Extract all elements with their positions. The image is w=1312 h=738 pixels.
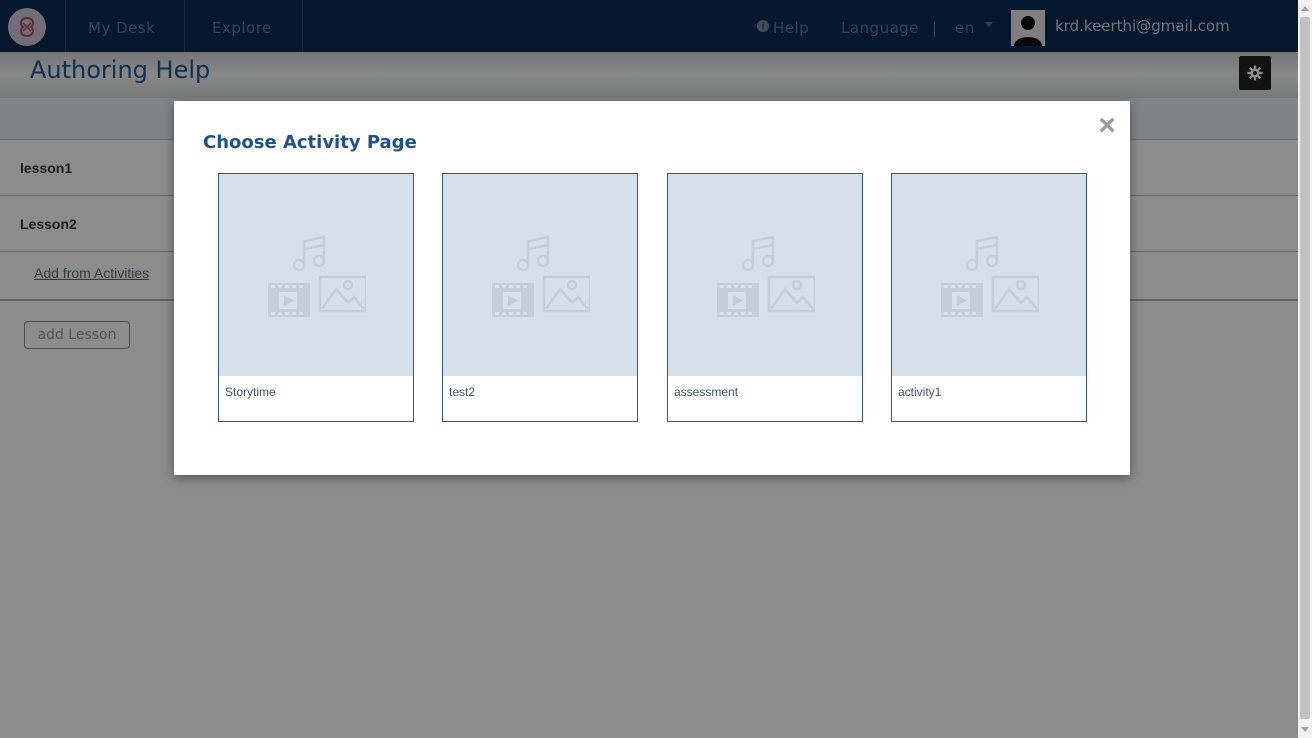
media-placeholder-icon — [268, 235, 366, 317]
activity-label: test2 — [449, 385, 476, 399]
activity-card[interactable]: activity1 — [891, 173, 1087, 422]
activity-thumbnail — [219, 174, 413, 376]
activity-thumbnail — [892, 174, 1086, 376]
activity-label: assessment — [674, 385, 739, 399]
scroll-up-arrow-icon[interactable] — [1301, 6, 1309, 11]
media-placeholder-icon — [941, 235, 1039, 317]
activity-card[interactable]: test2 — [442, 173, 638, 422]
modal-title: Choose Activity Page — [203, 132, 417, 153]
activity-thumbnail — [668, 174, 862, 376]
scroll-down-arrow-icon[interactable] — [1301, 727, 1309, 732]
activity-card[interactable]: assessment — [667, 173, 863, 422]
scrollbar[interactable] — [1298, 0, 1312, 738]
close-icon[interactable]: × — [1095, 111, 1119, 141]
activity-label: Storytime — [225, 385, 276, 399]
activity-card[interactable]: Storytime — [218, 173, 414, 422]
media-placeholder-icon — [717, 235, 815, 317]
scrollbar-thumb[interactable] — [1300, 17, 1310, 719]
media-placeholder-icon — [492, 235, 590, 317]
activity-label: activity1 — [898, 385, 942, 399]
activity-thumbnail — [443, 174, 637, 376]
choose-activity-modal: Choose Activity Page × Storytime test2 a… — [174, 101, 1130, 475]
